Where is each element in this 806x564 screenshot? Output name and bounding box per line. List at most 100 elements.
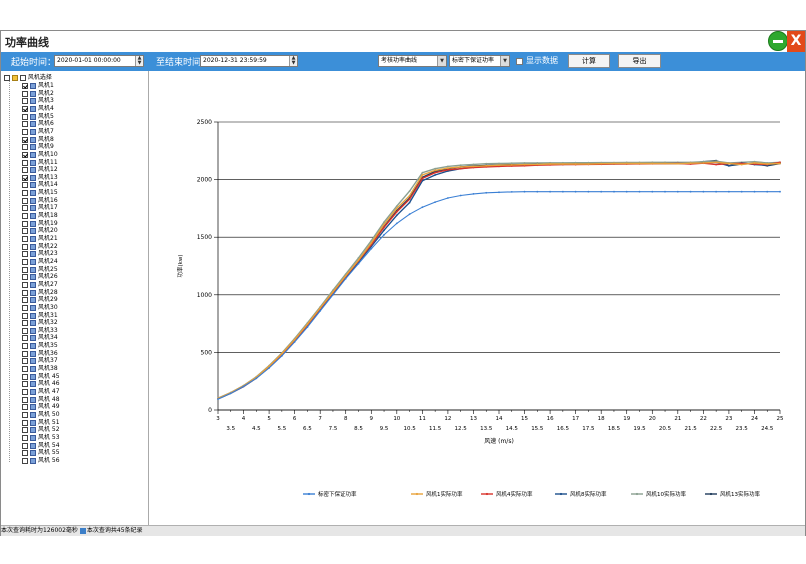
tree-item-checkbox[interactable] (22, 90, 28, 97)
tree-item-checkbox[interactable] (22, 213, 28, 220)
turbine-icon (30, 83, 36, 89)
x-tick-label: 6 (293, 416, 297, 422)
tree-item-checkbox[interactable] (22, 182, 28, 189)
data-point (753, 190, 756, 193)
start-time-input[interactable]: 2020-01-01 00:00:00 ▲ ▼ (54, 55, 144, 67)
tree-item-checkbox[interactable] (22, 350, 28, 357)
turbine-icon (30, 243, 36, 250)
tree-item-checkbox[interactable] (22, 419, 28, 426)
tree-item-checkbox[interactable] (22, 373, 28, 380)
turbine-icon (30, 381, 36, 388)
tree-root-expand[interactable] (20, 75, 26, 81)
data-point (306, 326, 309, 328)
start-time-label: 起始时间： (11, 58, 57, 68)
minimize-button[interactable] (768, 31, 788, 51)
tree-item-checkbox[interactable] (22, 174, 28, 181)
chevron-down-icon: ▼ (437, 56, 446, 66)
start-time-value: 2020-01-01 00:00:00 (57, 57, 121, 64)
tree-item-checkbox[interactable] (22, 98, 28, 105)
tree-item-checkbox[interactable] (22, 327, 28, 334)
tree-item-checkbox[interactable] (22, 343, 28, 350)
data-point (408, 198, 411, 201)
x-tick-label: 24 (751, 416, 758, 422)
tree-item-label: 风机 54 (38, 441, 60, 449)
tree-item-checkbox[interactable] (22, 121, 28, 128)
tree-item-checkbox[interactable] (22, 144, 28, 151)
tree-item-checkbox[interactable] (22, 136, 28, 143)
tree-item-checkbox[interactable] (22, 220, 28, 227)
tree-item-checkbox[interactable] (22, 113, 28, 120)
tree-item-checkbox[interactable] (22, 236, 28, 242)
end-time-input[interactable]: 2020-12-31 23:59:59 ▲ ▼ (200, 55, 298, 67)
tree-item-checkbox[interactable] (22, 335, 28, 342)
curve-type-value: 考核功率曲线 (381, 57, 418, 64)
tree-item-checkbox[interactable] (22, 197, 28, 204)
tree-item[interactable]: 风机 56 (22, 457, 60, 465)
tree-item-checkbox[interactable] (22, 289, 28, 296)
data-point (562, 190, 564, 193)
data-point (510, 164, 513, 166)
tree-item-checkbox[interactable] (22, 167, 28, 174)
tree-item-label: 风机16 (38, 196, 58, 204)
calculate-button[interactable]: 计算 (568, 54, 610, 68)
tree-item-checkbox[interactable] (22, 274, 28, 281)
tree-item-checkbox[interactable] (22, 297, 28, 304)
data-point (728, 162, 730, 165)
data-point (625, 162, 628, 165)
x-minor-tick-label: 7.5 (329, 426, 338, 432)
tree-item-checkbox[interactable] (22, 105, 28, 112)
data-point (408, 190, 411, 192)
tree-item-checkbox[interactable] (22, 389, 28, 395)
legend-label: 风机13实际功率 (720, 490, 760, 498)
data-point (510, 191, 513, 193)
legend-item: 风机10实际功率 (631, 490, 686, 498)
close-button[interactable]: X (787, 31, 805, 52)
density-select[interactable]: 标密下保证功率 ▼ (449, 55, 510, 67)
tree-item-label: 风机 47 (38, 388, 60, 395)
curve-type-select[interactable]: 考核功率曲线 ▼ (378, 55, 447, 67)
show-data-checkbox[interactable] (516, 58, 523, 65)
y-tick-label: 500 (201, 349, 213, 356)
tree-root[interactable]: 风机选择 (4, 74, 52, 82)
tree-item-checkbox[interactable] (22, 151, 28, 158)
turbine-icon (30, 373, 36, 380)
tree-item-checkbox[interactable] (22, 404, 28, 411)
tree-item-checkbox[interactable] (22, 304, 28, 311)
data-point (472, 193, 475, 195)
tree-item-checkbox[interactable] (22, 312, 28, 319)
data-point (447, 167, 449, 169)
export-button[interactable]: 导出 (618, 54, 661, 68)
tree-item-checkbox[interactable] (22, 358, 28, 365)
y-tick-label: 2000 (197, 177, 212, 184)
tree-item-checkbox[interactable] (22, 205, 28, 212)
legend-marker (485, 492, 489, 496)
tree-item-checkbox[interactable] (22, 159, 28, 166)
tree-item-checkbox[interactable] (22, 396, 28, 403)
tree-root-checkbox[interactable] (4, 75, 10, 81)
tree-item-checkbox[interactable] (22, 457, 28, 464)
tree-item-checkbox[interactable] (22, 450, 28, 457)
folder-icon (12, 75, 18, 81)
tree-item-checkbox[interactable] (22, 381, 28, 388)
tree-item-checkbox[interactable] (22, 366, 28, 373)
tree-item-checkbox[interactable] (22, 411, 28, 418)
end-time-spinner[interactable]: ▲ ▼ (289, 56, 297, 66)
tree-item-checkbox[interactable] (22, 427, 28, 434)
tree-item-checkbox[interactable] (22, 243, 28, 250)
tree-item-checkbox[interactable] (22, 128, 28, 135)
tree-item-checkbox[interactable] (22, 434, 28, 441)
tree-item-checkbox[interactable] (22, 320, 28, 327)
tree-item-checkbox[interactable] (22, 228, 28, 235)
data-point (664, 162, 666, 165)
start-time-spinner[interactable]: ▲ ▼ (135, 56, 143, 66)
tree-item-checkbox[interactable] (22, 266, 28, 273)
tree-item-checkbox[interactable] (22, 442, 28, 449)
tree-item-checkbox[interactable] (22, 281, 28, 288)
data-point (510, 162, 513, 165)
tree-item-checkbox[interactable] (22, 258, 28, 265)
tree-item-checkbox[interactable] (22, 190, 28, 197)
tree-item-checkbox[interactable] (22, 251, 28, 258)
data-point (370, 247, 373, 250)
x-tick-label: 14 (496, 416, 503, 422)
tree-item-checkbox[interactable] (22, 83, 28, 89)
